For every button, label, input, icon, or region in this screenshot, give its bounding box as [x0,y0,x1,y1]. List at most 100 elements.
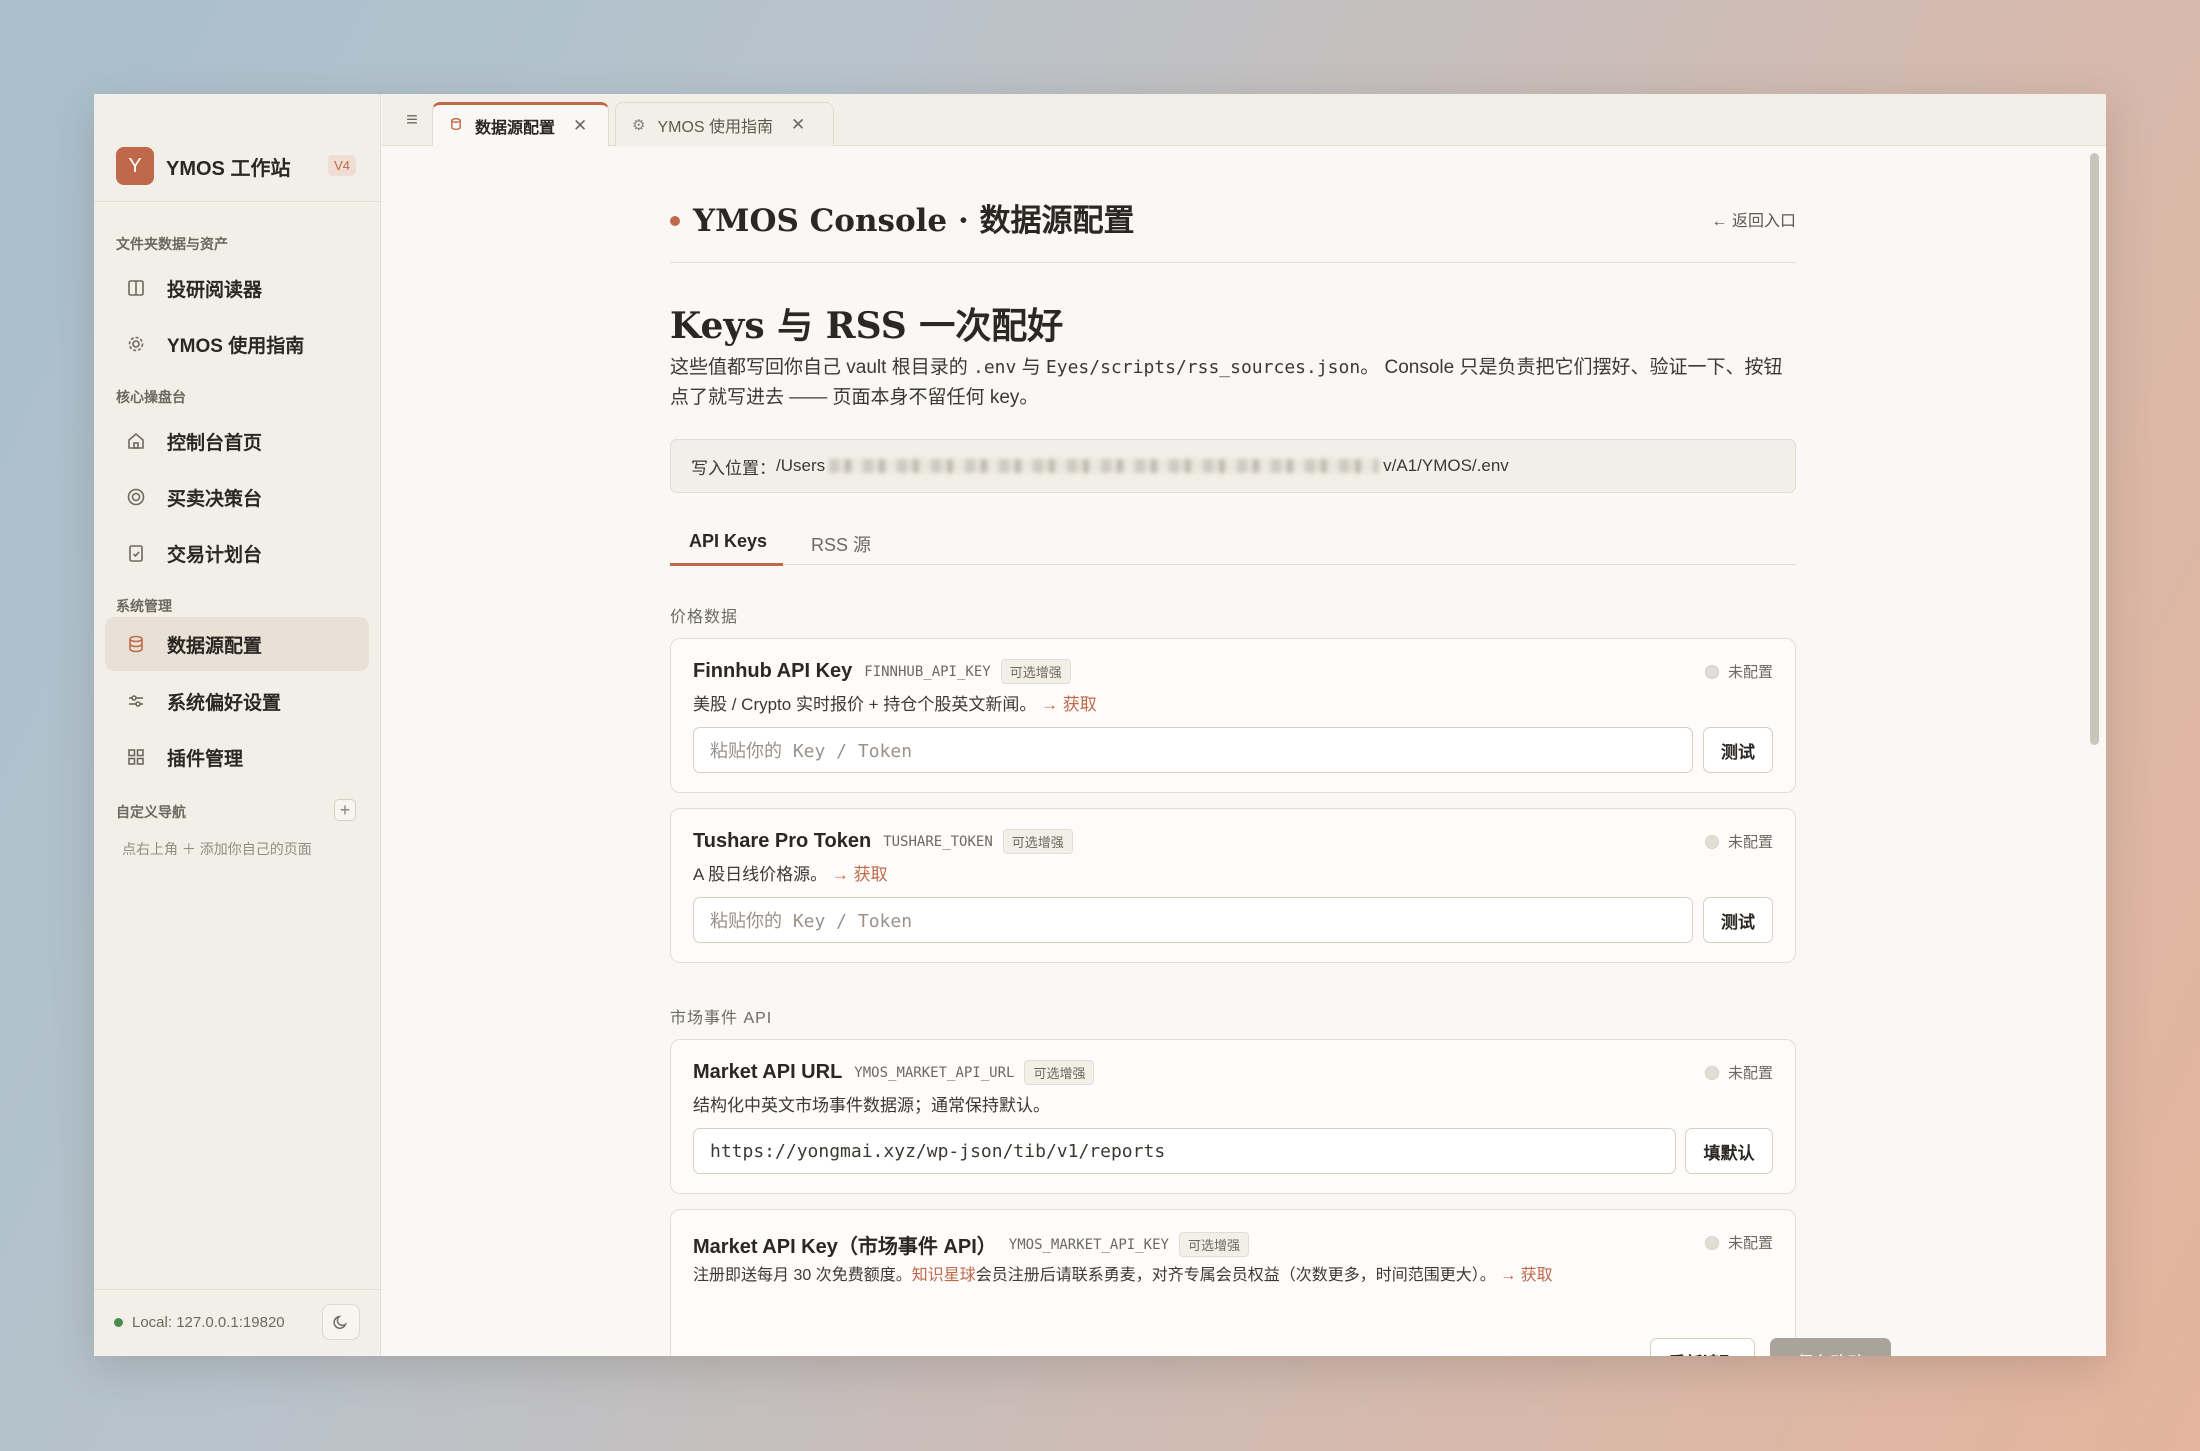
status-badge: 未配置 [1704,1062,1773,1083]
sidebar-item-plugins[interactable]: 插件管理 [105,730,369,784]
section-heading: Keys 与 RSS 一次配好 [670,305,1064,347]
tab-bar: ≡ 数据源配置 ✕ ⚙ YMOS 使用指南 ✕ ↻ [382,94,2106,146]
redacted-path [829,459,1380,473]
target-icon [125,486,147,508]
description-text: 美股 / Crypto 实时报价 + 持仓个股英文新闻。 [693,695,1037,714]
path-end: v/A1/YMOS/.env [1383,456,1509,475]
scrollbar-thumb[interactable] [2090,153,2099,745]
test-button[interactable]: 测试 [1703,897,1773,943]
version-badge: V4 [328,155,356,176]
brand-logo: Y [116,147,154,185]
key-name: Market API Key（市场事件 API） [693,1236,997,1258]
status-text: 未配置 [1727,664,1773,681]
sidebar-item-guide[interactable]: YMOS 使用指南 [105,317,369,371]
tab-api-keys[interactable]: API Keys [689,531,767,552]
env-var-name: YMOS_MARKET_API_KEY [1008,1236,1169,1253]
active-tab-indicator [670,563,783,566]
path-start: /Users [776,456,826,475]
key-card-finnhub: Finnhub API Key FINNHUB_API_KEY 可选增强 未配置… [670,638,1796,793]
status-text: 未配置 [1727,834,1773,851]
tab-datasource[interactable]: 数据源配置 ✕ [432,102,609,146]
key-input[interactable]: 粘贴你的 Key / Token [693,897,1693,943]
env-var-name: YMOS_MARKET_API_URL [854,1064,1015,1081]
status-text: 未配置 [1727,1065,1773,1082]
moon-icon [333,1315,347,1329]
status-dot-icon [1704,1235,1719,1250]
gear-icon [125,333,147,355]
sidebar-item-label: 插件管理 [167,748,244,770]
reload-button[interactable]: 重新读取 [1650,1338,1755,1356]
fill-default-button[interactable]: 填默认 [1685,1128,1773,1174]
scrollbar[interactable] [2090,147,2104,1356]
optional-tag: 可选增强 [1002,829,1073,854]
env-var-name: TUSHARE_TOKEN [883,833,993,850]
custom-nav-hint: 点右上角 ＋ 添加你自己的页面 [122,841,312,857]
sidebar-item-plan[interactable]: 交易计划台 [105,526,369,580]
tab-label: YMOS 使用指南 [657,118,774,136]
key-card-market-url: Market API URL YMOS_MARKET_API_URL 可选增强 … [670,1039,1796,1194]
test-button[interactable]: 测试 [1703,727,1773,773]
key-name: Market API URL [693,1061,843,1083]
sidebar-item-reader[interactable]: 投研阅读器 [105,261,369,315]
key-name: Tushare Pro Token [693,830,872,852]
group-title-price: 价格数据 [670,609,739,626]
sliders-icon [125,690,147,712]
section-title-core: 核心操盘台 [116,389,186,405]
sidebar-item-label: YMOS 使用指南 [167,335,305,357]
intro-part: 这些值都写回你自己 vault 根目录的 [670,357,973,378]
local-status: Local: 127.0.0.1:19820 [114,1314,285,1331]
optional-tag: 可选增强 [1178,1232,1249,1257]
menu-icon[interactable]: ≡ [400,108,424,132]
back-link[interactable]: ← 返回入口 [1712,207,1796,231]
divider [670,262,1796,263]
key-name: Finnhub API Key [693,660,853,682]
card-title: Market API Key（市场事件 API） YMOS_MARKET_API… [693,1230,1249,1259]
card-description: 结构化中英文市场事件数据源；通常保持默认。 [693,1091,1050,1116]
database-icon [449,116,463,136]
sidebar-item-label: 系统偏好设置 [167,692,282,714]
book-icon [125,277,147,299]
key-card-tushare: Tushare Pro Token TUSHARE_TOKEN 可选增强 未配置… [670,808,1796,963]
env-var-name: FINNHUB_API_KEY [864,663,991,680]
main-content: YMOS Console · 数据源配置 ← 返回入口 Keys 与 RSS 一… [382,147,2106,1356]
theme-toggle-button[interactable] [322,1304,360,1340]
gear-icon: ⚙ [632,116,646,134]
intro-part: 与 [1016,357,1046,378]
tab-guide[interactable]: ⚙ YMOS 使用指南 ✕ [615,102,834,146]
divider [94,1289,380,1290]
home-icon [125,430,147,452]
sidebar-item-home[interactable]: 控制台首页 [105,414,369,468]
tab-rss[interactable]: RSS 源 [811,531,871,557]
get-key-link[interactable]: → 获取 [1041,695,1097,714]
config-tabs: API Keys RSS 源 [670,521,1796,566]
key-input[interactable]: 粘贴你的 Key / Token [693,727,1693,773]
path-label: 写入位置： [691,458,776,478]
close-icon[interactable]: ✕ [573,116,587,136]
card-description: 美股 / Crypto 实时报价 + 持仓个股英文新闻。 → 获取 [693,690,1097,715]
zsxq-link[interactable]: 知识星球 [912,1267,976,1284]
description-text: 结构化中英文市场事件数据源；通常保持默认。 [693,1096,1050,1115]
get-key-link[interactable]: → 获取 [832,865,888,884]
sidebar-item-preferences[interactable]: 系统偏好设置 [105,674,369,728]
description-text: 注册即送每月 30 次免费额度。 [693,1267,912,1284]
optional-tag: 可选增强 [1000,659,1071,684]
get-key-link[interactable]: → 获取 [1500,1267,1552,1284]
add-nav-button[interactable]: + [334,799,356,821]
database-icon [125,633,147,655]
section-title-system: 系统管理 [116,598,172,614]
url-input[interactable]: https://yongmai.xyz/wp-json/tib/v1/repor… [693,1128,1676,1174]
tab-label: 数据源配置 [475,119,556,137]
brand[interactable]: Y YMOS 工作站 V4 [116,146,366,186]
card-description: A 股日线价格源。 → 获取 [693,860,888,885]
status-text: 未配置 [1727,1235,1773,1252]
status-dot-icon [114,1318,123,1327]
local-status-text: Local: 127.0.0.1:19820 [132,1314,285,1331]
sidebar-item-decision[interactable]: 买卖决策台 [105,470,369,524]
sidebar-item-datasource[interactable]: 数据源配置 [105,617,369,671]
save-button[interactable]: 保存改动 [1770,1338,1891,1356]
page-title: YMOS Console · 数据源配置 [693,203,1135,239]
close-icon[interactable]: ✕ [791,115,805,135]
section-title-assets: 文件夹数据与资产 [116,236,228,252]
sidebar-item-label: 数据源配置 [167,635,263,657]
status-dot-icon [1704,1065,1719,1080]
